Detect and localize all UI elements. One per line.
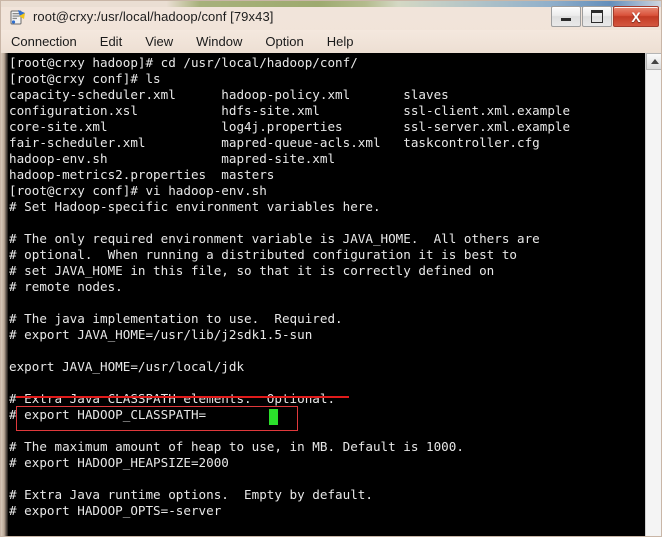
scrollbar-track[interactable] — [646, 70, 661, 536]
terminal-line: [root@crxy hadoop]# cd /usr/local/hadoop… — [9, 55, 358, 70]
terminal-text: [root@crxy hadoop]# cd /usr/local/hadoop… — [9, 55, 571, 536]
scroll-up-button[interactable] — [646, 53, 661, 70]
menu-item-edit[interactable]: Edit — [100, 34, 122, 49]
minimize-button[interactable] — [551, 6, 581, 27]
terminal-line: fair-scheduler.xml mapred-queue-acls.xml… — [9, 135, 540, 150]
terminal-screen[interactable]: [root@crxy hadoop]# cd /usr/local/hadoop… — [8, 53, 646, 536]
terminal-line: # The only required environment variable… — [9, 231, 540, 246]
terminal-line: # optional. When running a distributed c… — [9, 247, 517, 262]
menu-item-option[interactable]: Option — [265, 34, 303, 49]
close-button[interactable]: X — [613, 6, 659, 27]
terminal-line: # export HADOOP_OPTS=-server — [9, 503, 222, 518]
terminal-line: # remote nodes. — [9, 279, 123, 294]
terminal-app-icon — [9, 8, 27, 26]
menu-item-view[interactable]: View — [145, 34, 173, 49]
menu-bar[interactable]: Connection Edit View Window Option Help — [1, 30, 661, 53]
terminal-window: root@crxy:/usr/local/hadoop/conf [79x43]… — [0, 0, 662, 537]
terminal-cursor — [269, 409, 278, 425]
vertical-scrollbar[interactable] — [645, 53, 661, 536]
menu-item-help[interactable]: Help — [327, 34, 354, 49]
scroll-up-arrow-icon — [650, 59, 659, 64]
terminal-line: # export HADOOP_HEAPSIZE=2000 — [9, 455, 229, 470]
terminal-line: hadoop-env.sh mapred-site.xml — [9, 151, 336, 166]
terminal-line: [root@crxy conf]# vi hadoop-env.sh — [9, 183, 267, 198]
terminal-area: [root@crxy hadoop]# cd /usr/local/hadoop… — [1, 53, 661, 536]
terminal-line: configuration.xsl hdfs-site.xml ssl-clie… — [9, 103, 571, 118]
terminal-line: core-site.xml log4j.properties ssl-serve… — [9, 119, 571, 134]
terminal-line: # Extra Java runtime options. Empty by d… — [9, 487, 373, 502]
title-bar[interactable]: root@crxy:/usr/local/hadoop/conf [79x43]… — [1, 4, 661, 29]
minimize-icon — [561, 18, 571, 21]
annotation-red-underline — [16, 396, 349, 398]
terminal-line: [root@crxy conf]# ls — [9, 71, 161, 86]
terminal-line: # The maximum amount of heap to use, in … — [9, 439, 464, 454]
terminal-line: # Set Hadoop-specific environment variab… — [9, 199, 381, 214]
terminal-line: # Extra Java CLASSPATH elements. Optiona… — [9, 391, 336, 406]
window-controls[interactable]: X — [550, 6, 659, 27]
terminal-line: # set JAVA_HOME in this file, so that it… — [9, 263, 495, 278]
terminal-left-border — [1, 53, 8, 536]
annotation-red-box — [16, 406, 298, 431]
window-title: root@crxy:/usr/local/hadoop/conf [79x43] — [33, 9, 274, 24]
terminal-line: # The java implementation to use. Requir… — [9, 311, 343, 326]
terminal-line: export JAVA_HOME=/usr/local/jdk — [9, 359, 245, 374]
maximize-button[interactable] — [582, 6, 612, 27]
terminal-line: # export JAVA_HOME=/usr/lib/j2sdk1.5-sun — [9, 327, 313, 342]
terminal-line: hadoop-metrics2.properties masters — [9, 167, 275, 182]
menu-item-window[interactable]: Window — [196, 34, 242, 49]
menu-item-connection[interactable]: Connection — [11, 34, 77, 49]
terminal-line: capacity-scheduler.xml hadoop-policy.xml… — [9, 87, 449, 102]
maximize-icon — [591, 10, 603, 23]
close-icon: X — [631, 8, 641, 25]
